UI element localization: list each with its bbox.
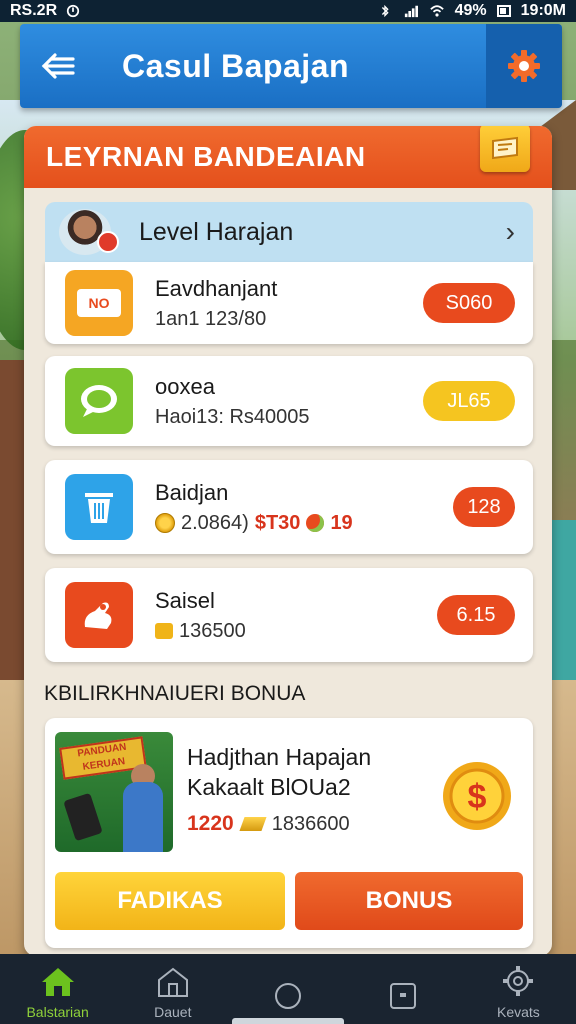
reward-subtitle: Haoi13: Rs40005 <box>155 405 310 428</box>
chevron-right-icon: › <box>505 216 515 247</box>
reward-row[interactable]: ooxea Haoi13: Rs40005 JL65 <box>45 356 533 446</box>
back-arrow-icon <box>41 53 75 79</box>
reward-value-pill[interactable]: 6.15 <box>437 595 515 635</box>
reward-extra: 19 <box>330 511 353 534</box>
reward-row[interactable]: Baidjan 2.0864) $T30 19 128 <box>45 460 533 554</box>
reward-title: Eavdhanjant <box>155 275 278 301</box>
gear-icon <box>503 966 534 996</box>
apple-icon <box>306 514 325 532</box>
nav-label-settings: Kevats <box>497 1004 540 1020</box>
nav-label-home: Balstarian <box>26 1004 89 1020</box>
notification-icon <box>67 4 80 18</box>
reward-subtitle-value: 136500 <box>179 619 246 642</box>
battery-percent: 49% <box>454 2 487 19</box>
chat-icon <box>65 368 133 434</box>
reward-value-pill[interactable]: 128 <box>453 487 515 527</box>
circle-icon <box>275 983 301 1009</box>
reward-coin-value: 2.0864) <box>181 511 249 534</box>
battery-icon <box>496 5 511 17</box>
home-icon <box>41 968 74 996</box>
bonus-title: Hadjthan Hapajan Kakaalt BlOUa2 <box>187 742 371 802</box>
reward-subtitle: 2.0864) $T30 19 <box>155 512 353 535</box>
header-title: Casul Bapajan <box>122 47 350 84</box>
reward-subtitle: 1an1 123/80 <box>155 307 267 330</box>
bonus-button[interactable]: BONUS <box>295 872 523 930</box>
hand-icon <box>65 582 133 648</box>
reward-value-pill[interactable]: JL65 <box>423 381 515 421</box>
reward-title: Baidjan <box>155 479 229 505</box>
status-time: 19:0M <box>520 2 566 19</box>
signal-icon <box>404 5 418 18</box>
level-label: Level Harajan <box>139 217 294 246</box>
nav-item-home[interactable]: Balstarian <box>0 954 115 1024</box>
main-panel: LEYRNAN BANDEAIAN Level Harajan › NO Eav… <box>24 126 552 956</box>
back-button[interactable] <box>20 24 96 108</box>
wifi-icon <box>429 5 444 17</box>
nav-label-building: Dauet <box>154 1004 192 1020</box>
status-left-text: RS.2R <box>10 2 58 19</box>
nav-item-building[interactable]: Dauet <box>115 954 230 1024</box>
ticket-icon: NO <box>65 270 133 336</box>
settings-button[interactable] <box>486 24 562 108</box>
bonus-extra: 1836600 <box>271 812 350 835</box>
dollar-coin-icon: $ <box>443 762 511 830</box>
reward-value-pill[interactable]: S060 <box>423 283 515 323</box>
reward-amount: $T30 <box>254 511 301 534</box>
bonus-meta: 1220 1836600 <box>187 812 350 836</box>
level-card[interactable]: Level Harajan › <box>45 202 533 262</box>
ticket-icon-label: NO <box>77 289 121 317</box>
nav-item-square[interactable] <box>346 954 461 1024</box>
nav-item-settings[interactable]: Kevats <box>461 954 576 1024</box>
bonus-amount: 1220 <box>187 812 234 835</box>
bonus-title-line1: Hadjthan Hapajan <box>187 744 372 770</box>
reward-title: Saisel <box>155 587 215 613</box>
bottom-nav: Balstarian Dauet Kevats <box>0 954 576 1024</box>
promo-image[interactable]: PANDUAN KERUAN <box>55 732 173 852</box>
fadikas-button[interactable]: FADIKAS <box>55 872 285 930</box>
app-header: Casul Bapajan <box>20 24 562 108</box>
banner-title: LEYRNAN BANDEAIAN <box>46 141 366 172</box>
avatar <box>59 209 119 255</box>
square-icon <box>390 983 417 1009</box>
panel-banner: LEYRNAN BANDEAIAN <box>24 126 552 188</box>
ticket-icon <box>492 136 518 160</box>
promo-person <box>123 782 163 852</box>
bonus-title-line2: Kakaalt BlOUa2 <box>187 774 351 800</box>
reward-row[interactable]: NO Eavdhanjant 1an1 123/80 S060 <box>45 262 533 344</box>
lock-icon <box>155 623 173 639</box>
gear-icon <box>508 50 540 82</box>
gold-bar-icon <box>239 817 267 831</box>
home-indicator[interactable] <box>232 1018 344 1024</box>
phone-icon <box>63 792 103 842</box>
bonus-card: PANDUAN KERUAN Hadjthan Hapajan Kakaalt … <box>45 718 533 948</box>
coin-icon <box>155 513 175 533</box>
banner-badge[interactable] <box>480 126 530 172</box>
bonus-heading: KBILIRKHNAIUERI BONUA <box>44 682 306 705</box>
svg-text:$: $ <box>468 778 487 816</box>
building-icon <box>157 967 188 997</box>
reward-subtitle: 136500 <box>155 620 246 643</box>
status-bar: RS.2R 49% 19:0M <box>0 0 576 22</box>
reward-row[interactable]: Saisel 136500 6.15 <box>45 568 533 662</box>
nav-item-circle[interactable] <box>230 954 345 1024</box>
bluetooth-icon <box>381 4 389 18</box>
avatar-badge <box>97 231 119 253</box>
reward-title: ooxea <box>155 373 215 399</box>
trash-icon <box>65 474 133 540</box>
